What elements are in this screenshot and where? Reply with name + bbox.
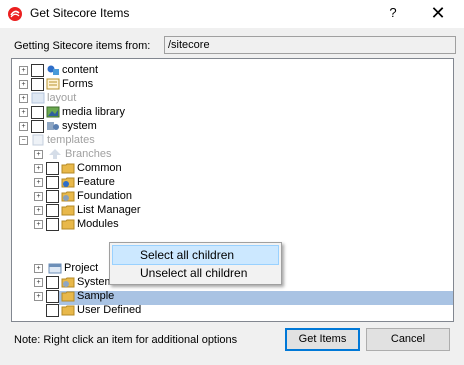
folder-icon	[61, 305, 75, 316]
project-icon	[48, 263, 62, 274]
footer-note: Note: Right click an item for additional…	[14, 334, 238, 346]
tree-item-label: media library	[62, 106, 125, 118]
dialog-body: Getting Sitecore items from: /sitecore +…	[0, 28, 464, 365]
tree-item-label: List Manager	[77, 204, 141, 216]
path-field[interactable]: /sitecore	[164, 36, 456, 54]
menu-item-label: Select all children	[140, 248, 235, 262]
checkbox[interactable]	[46, 162, 59, 175]
checkbox[interactable]	[31, 78, 44, 91]
checkbox[interactable]	[31, 64, 44, 77]
tree-item-label: Forms	[62, 78, 94, 90]
collapse-icon[interactable]: −	[19, 136, 28, 145]
tree-item-foundation[interactable]: + Foundation	[12, 189, 452, 203]
context-menu: Select all children Unselect all childre…	[109, 242, 282, 285]
expand-icon[interactable]: +	[19, 94, 28, 103]
branches-icon	[49, 149, 61, 159]
unselect-all-children-menu-item[interactable]: Unselect all children	[112, 264, 277, 282]
tree-item-user-defined[interactable]: User Defined	[12, 303, 452, 317]
system-icon	[47, 122, 59, 130]
checkbox[interactable]	[46, 218, 59, 231]
tree-item-label: Branches	[65, 148, 112, 160]
expand-icon[interactable]: +	[34, 192, 43, 201]
tree-item-sample[interactable]: + Sample	[12, 289, 452, 303]
checkbox[interactable]	[46, 304, 59, 317]
checkbox[interactable]	[46, 276, 59, 289]
expand-icon[interactable]: +	[34, 264, 43, 273]
folder-icon	[61, 291, 75, 302]
content-icon	[47, 65, 59, 75]
folder-icon	[61, 205, 75, 216]
checkbox[interactable]	[46, 204, 59, 217]
tree-item-media-library[interactable]: + media library	[12, 105, 452, 119]
cancel-button[interactable]: Cancel	[366, 328, 450, 351]
get-items-button[interactable]: Get Items	[285, 328, 360, 351]
title-bar: Get Sitecore Items ? ✕	[0, 0, 464, 28]
checkbox[interactable]	[46, 176, 59, 189]
tree-item-modules[interactable]: + Modules	[12, 217, 452, 231]
tree-item-label: Foundation	[77, 190, 133, 202]
expand-icon[interactable]: +	[34, 292, 43, 301]
tree-item-label: templates	[47, 134, 95, 146]
checkbox[interactable]	[31, 106, 44, 119]
tree-item-feature[interactable]: + Feature	[12, 175, 452, 189]
path-label: Getting Sitecore items from:	[14, 40, 151, 52]
help-button[interactable]: ?	[382, 3, 404, 23]
folder-icon	[61, 163, 75, 174]
window-title: Get Sitecore Items	[30, 6, 130, 20]
expand-icon[interactable]: +	[34, 150, 43, 159]
expand-icon[interactable]: +	[19, 122, 28, 131]
expand-icon[interactable]: +	[34, 206, 43, 215]
checkbox[interactable]	[31, 120, 44, 133]
tree-item-content[interactable]: + content	[12, 63, 452, 77]
forms-icon	[46, 78, 60, 90]
expand-icon[interactable]: +	[19, 108, 28, 117]
feature-icon	[61, 177, 75, 188]
templates-icon	[32, 134, 44, 146]
expand-icon[interactable]: +	[34, 278, 43, 287]
layout-icon	[31, 92, 45, 104]
sitecore-logo-icon	[8, 7, 22, 21]
tree-item-label: Sample	[77, 290, 115, 302]
checkbox[interactable]	[46, 190, 59, 203]
expand-icon[interactable]: +	[34, 220, 43, 229]
select-all-children-menu-item[interactable]: Select all children	[112, 245, 279, 265]
tree-item-label: system	[62, 120, 97, 132]
tree-item-templates[interactable]: − templates	[12, 133, 452, 147]
expand-icon[interactable]: +	[34, 164, 43, 173]
expand-icon[interactable]: +	[34, 178, 43, 187]
media-library-icon	[46, 106, 60, 118]
tree-item-system[interactable]: + system	[12, 119, 452, 133]
tree-item-label: Feature	[77, 176, 115, 188]
expand-icon[interactable]: +	[19, 80, 28, 89]
tree-item-forms[interactable]: + Forms	[12, 77, 452, 91]
tree-item-label: content	[62, 64, 99, 76]
foundation-icon	[61, 191, 75, 202]
tree-item-list-manager[interactable]: + List Manager	[12, 203, 452, 217]
tree-item-common[interactable]: + Common	[12, 161, 452, 175]
tree-item-label: Modules	[77, 218, 119, 230]
checkbox[interactable]	[46, 290, 59, 303]
tree-item-branches[interactable]: + Branches	[12, 147, 452, 161]
tree-item-label: Common	[77, 162, 122, 174]
tree-item-layout[interactable]: + layout	[12, 91, 452, 105]
system-icon	[61, 277, 75, 288]
tree-item-label: layout	[47, 92, 77, 104]
folder-icon	[61, 219, 75, 230]
tree-item-label: Project	[64, 262, 99, 274]
close-button[interactable]: ✕	[425, 2, 451, 24]
expand-icon[interactable]: +	[19, 66, 28, 75]
tree-item-label: User Defined	[77, 304, 142, 316]
menu-item-label: Unselect all children	[140, 266, 248, 280]
